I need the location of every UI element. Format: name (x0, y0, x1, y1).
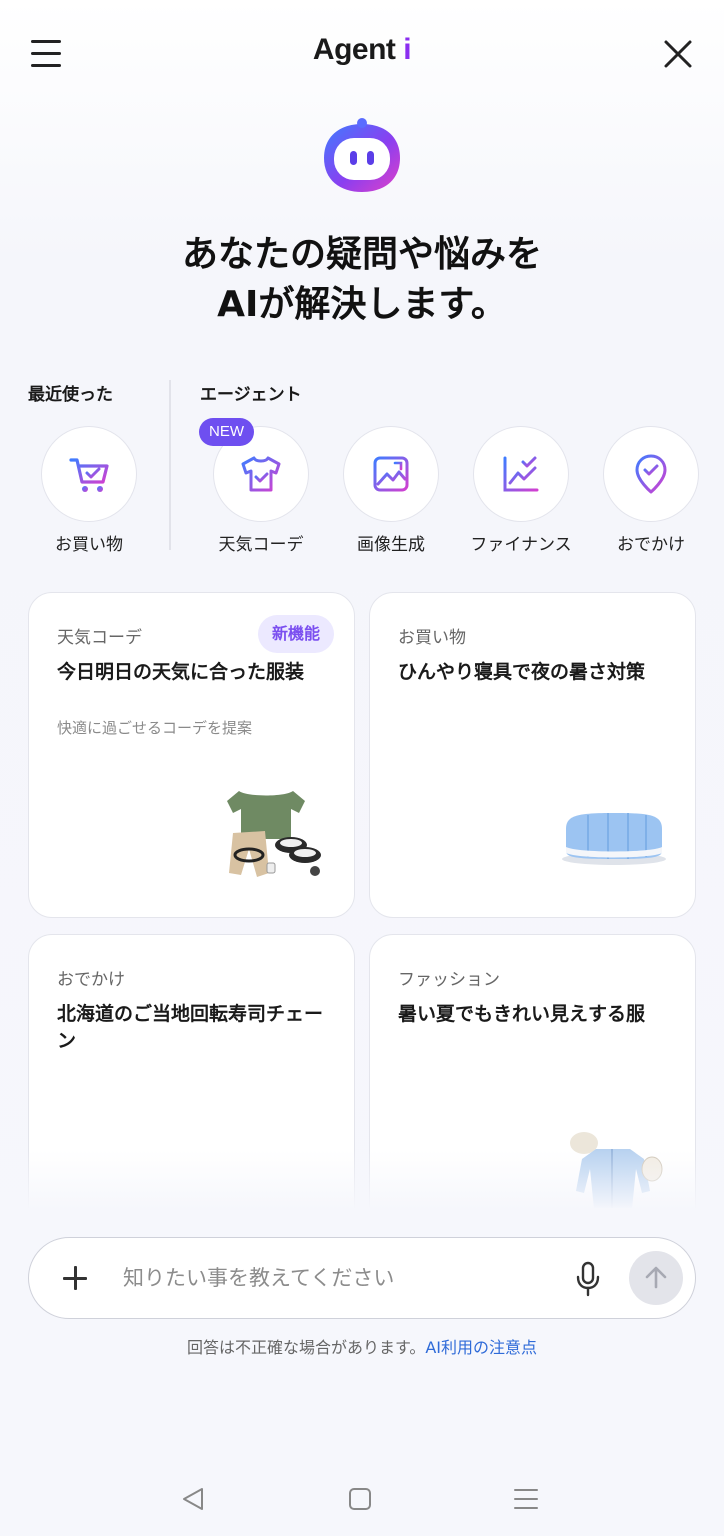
card-category: おでかけ (57, 970, 125, 990)
bot-logo-icon (324, 118, 400, 192)
new-feature-badge: 新機能 (257, 615, 334, 653)
send-button[interactable] (629, 1251, 683, 1305)
card-category: ファッション (398, 970, 500, 990)
section-divider (169, 380, 171, 550)
outfit-illustration (227, 791, 321, 877)
back-icon[interactable] (178, 1484, 208, 1514)
add-icon[interactable] (61, 1264, 89, 1292)
hero-title: あなたの疑問や悩みを AIが解決します。 (0, 230, 724, 330)
card-title: 北海道のご当地回転寿司チェーン (57, 1003, 324, 1052)
arrow-up-icon (645, 1266, 667, 1289)
agent-item-circle (603, 426, 699, 522)
agent-item-label: 画像生成 (357, 535, 425, 555)
hero-line-1: あなたの疑問や悩みを (181, 234, 542, 275)
app-title: Agent i (0, 33, 724, 67)
card-title: 暑い夏でもきれい見えする服 (398, 1003, 646, 1025)
disclaimer-text: 回答は不正確な場合があります。 (186, 1338, 426, 1357)
agent-item-finance[interactable]: ファイナンス (451, 426, 591, 555)
agent-item-image-generation[interactable]: 画像生成 (321, 426, 461, 555)
close-icon[interactable] (662, 38, 694, 70)
disclaimer: 回答は不正確な場合があります。AI利用の注意点 (0, 1334, 724, 1358)
image-icon (373, 456, 409, 492)
chat-input[interactable] (123, 1256, 553, 1300)
app-title-accent: i (403, 33, 412, 66)
chart-icon (503, 456, 539, 492)
card-category: 天気コーデ (57, 628, 142, 648)
tshirt-icon (241, 456, 281, 492)
recent-item-shopping[interactable]: お買い物 (19, 426, 159, 555)
card-title: ひんやり寝具で夜の暑さ対策 (398, 661, 646, 683)
agent-item-circle (473, 426, 569, 522)
shopping-cart-icon (69, 458, 109, 492)
recent-item-label: お買い物 (55, 535, 123, 555)
microphone-icon[interactable] (575, 1260, 601, 1298)
suggestion-card-shopping[interactable]: お買い物 ひんやり寝具で夜の暑さ対策 (369, 592, 696, 918)
agent-item-label: おでかけ (617, 535, 685, 555)
system-navigation-bar (0, 1470, 724, 1526)
card-subtitle: 快適に過ごせるコーデを提案 (57, 719, 253, 737)
suggestion-card-weather-outfit[interactable]: 天気コーデ 新機能 今日明日の天気に合った服装 快適に過ごせるコーデを提案 (28, 592, 355, 918)
agent-item-outing[interactable]: おでかけ (581, 426, 721, 555)
recent-item-circle (41, 426, 137, 522)
chat-input-bar (28, 1237, 696, 1319)
scroll-fade (0, 1150, 724, 1210)
agents-label: エージェント (200, 385, 302, 405)
agent-item-label: ファイナンス (470, 535, 572, 555)
pillow-illustration (562, 813, 666, 865)
card-category: お買い物 (398, 628, 466, 648)
hero-line-2: AIが解決します。 (217, 284, 507, 325)
agent-item-label: 天気コーデ (218, 535, 304, 555)
recents-icon[interactable] (511, 1484, 541, 1514)
location-pin-icon (635, 454, 667, 494)
agent-item-circle (343, 426, 439, 522)
new-badge: NEW (199, 418, 254, 446)
card-title: 今日明日の天気に合った服装 (57, 661, 305, 683)
header: Agent i (0, 0, 724, 106)
app-title-main: Agent (312, 33, 396, 66)
home-icon[interactable] (345, 1484, 375, 1514)
ai-usage-notice-link[interactable]: AI利用の注意点 (425, 1338, 537, 1357)
recent-label: 最近使った (28, 385, 113, 405)
